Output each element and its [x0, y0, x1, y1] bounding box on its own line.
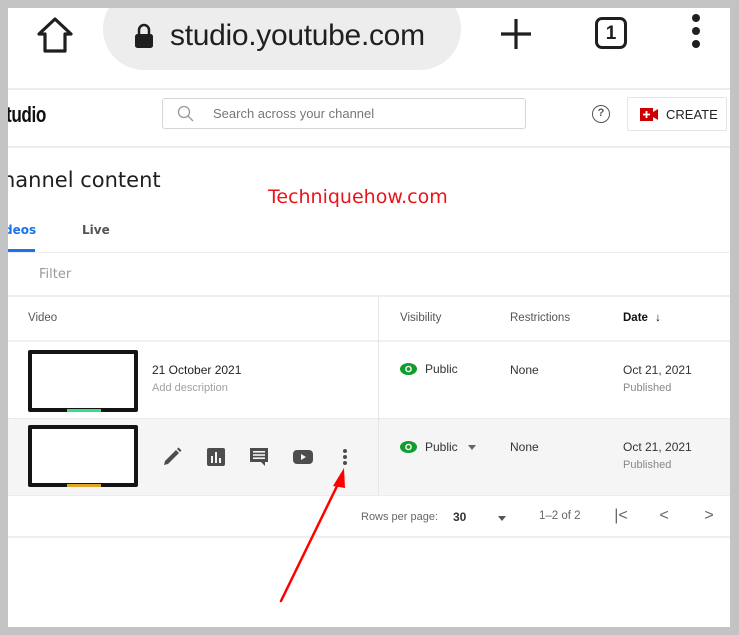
previous-page-button[interactable]: <	[653, 506, 675, 528]
studio-header: tudio Search across your channel ? CREAT…	[8, 88, 730, 148]
eye-icon	[400, 363, 417, 375]
sort-descending-icon: ↓	[655, 312, 661, 324]
studio-logo[interactable]: tudio	[8, 102, 46, 128]
screenshot-frame: studio.youtube.com 1 tudio Search across…	[8, 8, 730, 627]
video-thumbnail[interactable]	[28, 350, 138, 412]
create-video-icon	[640, 108, 658, 121]
browser-toolbar: studio.youtube.com 1	[8, 8, 730, 88]
column-header-video: Video	[28, 312, 58, 324]
date-value: Oct 21, 2021	[623, 440, 692, 454]
date-header-label: Date	[623, 312, 648, 324]
youtube-icon[interactable]	[292, 446, 314, 468]
lock-icon	[135, 23, 153, 48]
video-title[interactable]: 21 October 2021	[152, 363, 241, 377]
menu-icon[interactable]	[686, 14, 706, 54]
rows-per-page-select[interactable]: 30	[453, 510, 466, 524]
restrictions-value: None	[510, 440, 539, 454]
tabs-icon[interactable]: 1	[595, 17, 627, 49]
page-range: 1–2 of 2	[539, 510, 581, 522]
search-placeholder: Search across your channel	[213, 106, 375, 121]
search-icon	[177, 105, 194, 122]
edit-icon[interactable]	[161, 446, 183, 468]
visibility-label: Public	[425, 440, 458, 454]
date-status: Published	[623, 382, 672, 394]
tab-videos[interactable]: deos	[8, 223, 36, 237]
table-row[interactable]: Public None Oct 21, 2021 Published	[8, 418, 730, 496]
visibility-dropdown[interactable]: Public	[400, 440, 476, 454]
table-row[interactable]: 21 October 2021 Add description Public N…	[8, 342, 730, 418]
search-input[interactable]: Search across your channel	[162, 98, 526, 129]
date-value: Oct 21, 2021	[623, 363, 692, 377]
visibility-cell: Public	[400, 362, 458, 376]
help-icon[interactable]: ?	[592, 105, 610, 123]
column-header-restrictions[interactable]: Restrictions	[510, 312, 570, 324]
tab-live[interactable]: Live	[82, 223, 110, 237]
new-tab-icon[interactable]	[498, 16, 534, 52]
caret-down-icon[interactable]	[498, 516, 506, 521]
divider	[8, 495, 730, 496]
divider	[8, 536, 730, 538]
visibility-label: Public	[425, 362, 458, 376]
create-label: CREATE	[666, 107, 718, 122]
restrictions-value: None	[510, 363, 539, 377]
video-description[interactable]: Add description	[152, 382, 228, 394]
date-status: Published	[623, 459, 672, 471]
video-thumbnail[interactable]	[28, 425, 138, 487]
caret-down-icon	[467, 444, 476, 450]
column-divider	[378, 297, 379, 495]
url-text[interactable]: studio.youtube.com	[170, 16, 425, 56]
rows-per-page-label: Rows per page:	[361, 511, 439, 523]
create-button[interactable]: CREATE	[627, 97, 727, 131]
column-header-date[interactable]: Date ↓	[623, 312, 661, 324]
divider	[8, 252, 730, 253]
first-page-button[interactable]: |<	[610, 506, 632, 528]
eye-icon	[400, 441, 417, 453]
page-title: hannel content	[8, 168, 161, 192]
next-page-button[interactable]: >	[698, 506, 720, 528]
more-options-icon[interactable]	[338, 446, 352, 468]
column-header-visibility[interactable]: Visibility	[400, 312, 441, 324]
divider	[8, 295, 730, 297]
comments-icon[interactable]	[248, 446, 270, 468]
home-icon[interactable]	[34, 14, 76, 56]
analytics-icon[interactable]	[205, 446, 227, 468]
watermark-text: Techniquehow.com	[268, 186, 448, 208]
filter-input[interactable]: Filter	[39, 267, 71, 282]
